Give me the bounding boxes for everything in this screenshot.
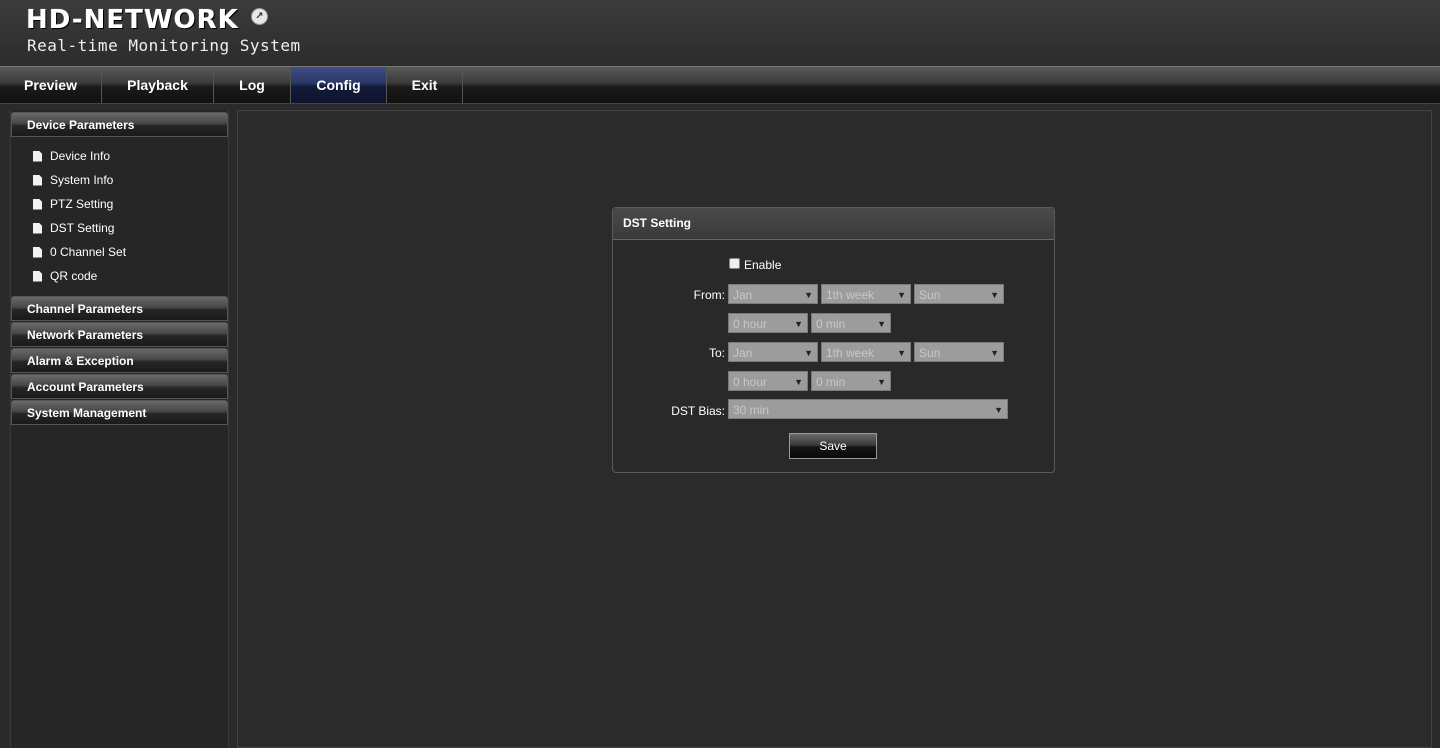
sidebar-item-label: PTZ Setting (50, 197, 114, 211)
select-value: 1th week (826, 288, 875, 302)
to-min-select[interactable]: 0 min ▼ (811, 371, 891, 391)
to-day-select[interactable]: Sun ▼ (914, 342, 1004, 362)
from-hour-select[interactable]: 0 hour ▼ (728, 313, 808, 333)
sidebar-item-label: DST Setting (50, 221, 115, 235)
document-icon (33, 150, 42, 162)
to-month-select[interactable]: Jan ▼ (728, 342, 818, 362)
chevron-down-icon: ▼ (897, 348, 906, 358)
select-value: 30 min (733, 403, 770, 417)
document-icon (33, 198, 42, 210)
main-nav: Preview Playback Log Config Exit (0, 66, 1440, 104)
chevron-down-icon: ▼ (794, 319, 803, 329)
dst-bias-label: DST Bias: (671, 404, 725, 418)
sidebar-group-device-parameters[interactable]: Device Parameters (11, 112, 228, 137)
chevron-down-icon: ▼ (877, 377, 886, 387)
dst-bias-select[interactable]: 30 min ▼ (728, 399, 1008, 419)
brand-logo: HD-NETWORK (26, 5, 239, 35)
content-area: DST Setting Enable From: Jan ▼ 1th week … (237, 110, 1432, 748)
sidebar-item-label: 0 Channel Set (50, 245, 127, 259)
sidebar-item-zero-channel-set[interactable]: 0 Channel Set (33, 242, 126, 262)
select-value: 0 hour (733, 375, 768, 389)
enable-label: Enable (744, 258, 782, 272)
from-label: From: (693, 288, 725, 302)
app-header: HD-NETWORK ↗ Real-time Monitoring System (0, 0, 1440, 66)
select-value: 0 min (816, 317, 846, 331)
chevron-down-icon: ▼ (994, 405, 1003, 415)
tab-exit[interactable]: Exit (387, 67, 463, 103)
sidebar-item-label: QR code (50, 269, 98, 283)
from-min-select[interactable]: 0 min ▼ (811, 313, 891, 333)
sidebar-item-dst-setting[interactable]: DST Setting (33, 218, 114, 238)
logo-globe-icon: ↗ (251, 8, 268, 25)
panel-title: DST Setting (613, 208, 1054, 240)
to-label: To: (708, 346, 725, 360)
chevron-down-icon: ▼ (794, 377, 803, 387)
sidebar-group-account-parameters[interactable]: Account Parameters (11, 374, 228, 399)
tab-preview[interactable]: Preview (0, 67, 102, 103)
select-value: Sun (919, 288, 941, 302)
select-value: 0 min (816, 375, 846, 389)
sidebar-group-system-management[interactable]: System Management (11, 400, 228, 425)
tab-config[interactable]: Config (291, 67, 387, 103)
from-week-select[interactable]: 1th week ▼ (821, 284, 911, 304)
from-month-select[interactable]: Jan ▼ (728, 284, 818, 304)
select-value: Sun (919, 346, 941, 360)
chevron-down-icon: ▼ (897, 290, 906, 300)
config-sidebar: Device Parameters Device Info System Inf… (10, 110, 229, 748)
select-value: 1th week (826, 346, 875, 360)
document-icon (33, 270, 42, 282)
sidebar-item-system-info[interactable]: System Info (33, 170, 113, 190)
sidebar-item-label: Device Info (50, 149, 111, 163)
document-icon (33, 246, 42, 258)
select-value: Jan (733, 346, 753, 360)
save-button[interactable]: Save (789, 433, 877, 459)
sidebar-group-network-parameters[interactable]: Network Parameters (11, 322, 228, 347)
sidebar-item-label: System Info (50, 173, 114, 187)
document-icon (33, 222, 42, 234)
sidebar-group-channel-parameters[interactable]: Channel Parameters (11, 296, 228, 321)
chevron-down-icon: ▼ (877, 319, 886, 329)
app-subtitle: Real-time Monitoring System (27, 36, 301, 55)
tab-log[interactable]: Log (214, 67, 291, 103)
sidebar-item-ptz-setting[interactable]: PTZ Setting (33, 194, 113, 214)
chevron-down-icon: ▼ (990, 348, 999, 358)
select-value: Jan (733, 288, 753, 302)
to-hour-select[interactable]: 0 hour ▼ (728, 371, 808, 391)
sidebar-item-device-info[interactable]: Device Info (33, 146, 110, 166)
sidebar-item-qr-code[interactable]: QR code (33, 266, 97, 286)
document-icon (33, 174, 42, 186)
sidebar-group-alarm-exception[interactable]: Alarm & Exception (11, 348, 228, 373)
tab-playback[interactable]: Playback (102, 67, 214, 103)
from-day-select[interactable]: Sun ▼ (914, 284, 1004, 304)
chevron-down-icon: ▼ (990, 290, 999, 300)
dst-setting-panel: DST Setting Enable From: Jan ▼ 1th week … (612, 207, 1055, 473)
enable-checkbox[interactable] (729, 258, 740, 269)
chevron-down-icon: ▼ (804, 290, 813, 300)
select-value: 0 hour (733, 317, 768, 331)
chevron-down-icon: ▼ (804, 348, 813, 358)
to-week-select[interactable]: 1th week ▼ (821, 342, 911, 362)
